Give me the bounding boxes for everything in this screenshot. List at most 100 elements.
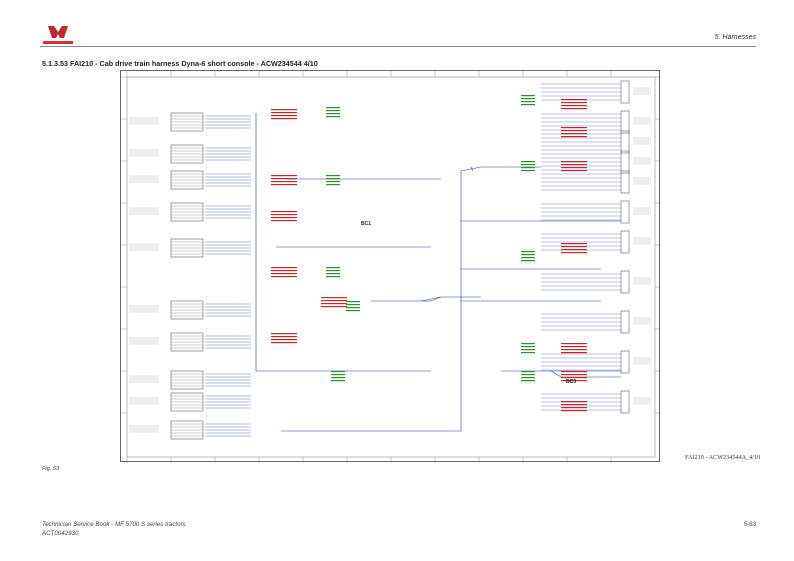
green-wire-label (331, 380, 345, 382)
component-caption (633, 87, 651, 95)
green-wire-label (521, 167, 535, 169)
connector-block (620, 130, 630, 154)
red-wire-label (561, 133, 587, 135)
component-caption (129, 397, 159, 405)
green-wire-label (326, 270, 340, 272)
component-caption (633, 357, 651, 365)
red-wire-label (321, 300, 347, 302)
red-wire-label (561, 352, 587, 354)
red-wire-label (271, 109, 297, 111)
green-wire-label (331, 377, 345, 379)
green-wire-label (521, 349, 535, 351)
red-wire-label (561, 246, 587, 248)
red-wire-label (561, 346, 587, 348)
red-wire-label (271, 273, 297, 275)
red-wire-label (271, 276, 297, 278)
green-wire-label (521, 352, 535, 354)
component-caption (129, 337, 159, 345)
green-wire-label (521, 371, 535, 373)
green-wire-label (326, 178, 340, 180)
green-wire-label (326, 110, 340, 112)
page-title: 5.1.3.53 FAI210 - Cab drive train harnes… (42, 59, 318, 68)
connector-block (620, 80, 630, 104)
red-wire-label (561, 349, 587, 351)
component-caption (633, 397, 651, 405)
green-wire-label (326, 175, 340, 177)
brand-wordmark (43, 41, 73, 44)
red-wire-label (271, 342, 297, 344)
green-wire-label (326, 181, 340, 183)
green-wire-label (521, 374, 535, 376)
component-caption (633, 157, 651, 165)
component-caption (129, 425, 159, 433)
red-wire-label (561, 102, 587, 104)
red-wire-label (561, 161, 587, 163)
red-wire-label (271, 214, 297, 216)
connector-block (620, 310, 630, 334)
red-wire-label (271, 336, 297, 338)
red-wire-label (561, 99, 587, 101)
wiring-diagram: BC1 BC3 (120, 70, 661, 463)
red-wire-label (271, 211, 297, 213)
red-wire-label (271, 220, 297, 222)
component-caption (633, 207, 651, 215)
red-wire-label (271, 178, 297, 180)
figure-code: FAI210 - ACW234544A_4/10 (685, 454, 761, 461)
red-wire-label (561, 108, 587, 110)
green-wire-label (521, 95, 535, 97)
green-wire-label (346, 304, 360, 306)
red-wire-label (271, 217, 297, 219)
red-wire-label (271, 115, 297, 117)
red-wire-label (561, 407, 587, 409)
green-wire-label (331, 374, 345, 376)
massey-ferguson-logo (44, 24, 72, 40)
page-number: 5-63 (743, 521, 756, 528)
green-wire-label (521, 170, 535, 172)
bus-label-bc3: BC3 (566, 379, 576, 385)
green-wire-label (326, 276, 340, 278)
red-wire-label (561, 249, 587, 251)
red-wire-label (321, 303, 347, 305)
component-caption (129, 375, 159, 383)
green-wire-label (521, 377, 535, 379)
component-caption (129, 149, 159, 157)
green-wire-label (521, 164, 535, 166)
component-caption (633, 237, 651, 245)
component-caption (633, 117, 651, 125)
green-wire-label (521, 161, 535, 163)
green-wire-label (326, 184, 340, 186)
red-wire-label (561, 127, 587, 129)
red-wire-label (321, 306, 347, 308)
green-wire-label (326, 116, 340, 118)
component-caption (633, 277, 651, 285)
green-wire-label (331, 371, 345, 373)
green-wire-label (521, 98, 535, 100)
green-wire-label (326, 273, 340, 275)
red-wire-label (271, 175, 297, 177)
red-wire-label (271, 339, 297, 341)
red-wire-label (271, 333, 297, 335)
red-wire-label (271, 112, 297, 114)
green-wire-label (346, 310, 360, 312)
component-caption (129, 305, 159, 313)
connector-block (620, 170, 630, 194)
component-caption (129, 117, 159, 125)
connector-block (620, 230, 630, 254)
red-wire-label (561, 167, 587, 169)
green-wire-label (326, 267, 340, 269)
red-wire-label (561, 136, 587, 138)
red-wire-label (561, 105, 587, 107)
connector-block (620, 390, 630, 414)
figure-label: Fig. 53 (42, 466, 60, 472)
green-wire-label (521, 380, 535, 382)
red-wire-label (561, 130, 587, 132)
connector-block (620, 110, 630, 134)
green-wire-label (521, 343, 535, 345)
header-rule (40, 46, 756, 47)
component-caption (633, 317, 651, 325)
section-heading: 5. Harnesses (714, 34, 756, 41)
component-caption (129, 243, 159, 251)
green-wire-label (521, 260, 535, 262)
footer-document-code: ACT0042930 (42, 530, 79, 537)
red-wire-label (561, 170, 587, 172)
